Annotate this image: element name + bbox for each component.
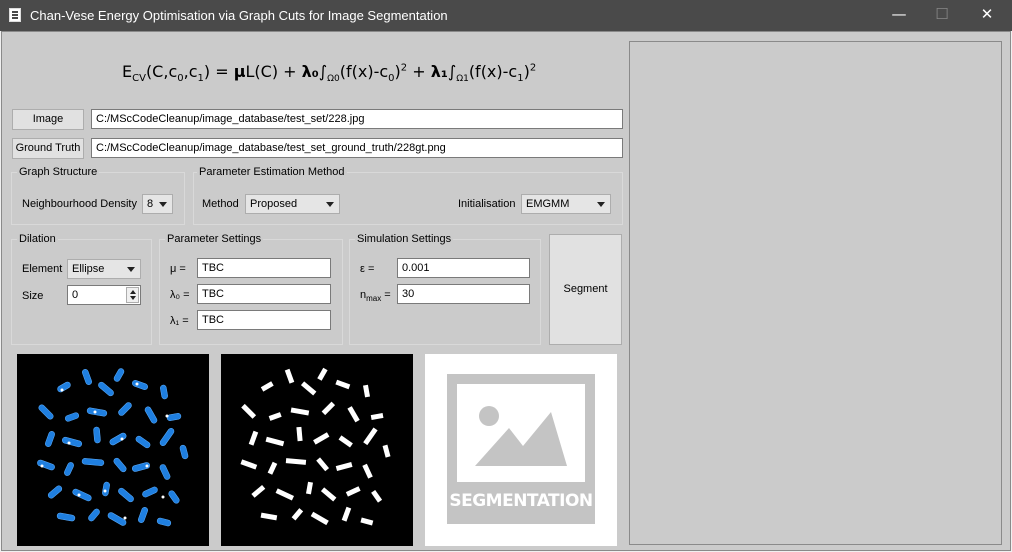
formula-lhs: E — [122, 62, 133, 81]
neighbourhood-density-value: 8 — [147, 198, 154, 210]
parameter-settings-title: Parameter Settings — [165, 233, 264, 245]
minimize-button[interactable]: — — [876, 0, 922, 31]
nmax-label-sub: max — [366, 294, 382, 304]
ground-truth-mask — [240, 367, 391, 526]
formula-args-end: ) = — [203, 62, 234, 81]
formula-int0: ∫ — [318, 62, 328, 81]
element-select[interactable]: Ellipse — [67, 259, 141, 279]
dilation-title: Dilation — [17, 233, 58, 245]
formula-lambda0: λ₀ — [301, 62, 319, 81]
size-label: Size — [22, 290, 44, 302]
param-estimation-title: Parameter Estimation Method — [197, 166, 347, 178]
method-select[interactable]: Proposed — [245, 194, 340, 214]
preview-panel — [629, 41, 1002, 545]
maximize-button[interactable]: ☐ — [919, 0, 965, 31]
formula-term0: (f(x)-c — [339, 62, 389, 81]
chromosome-image — [37, 368, 189, 527]
initialisation-label: Initialisation — [458, 198, 516, 210]
method-label: Method — [202, 198, 239, 210]
formula-lambda1: λ₁ — [430, 62, 448, 81]
nmax-label: nmax = — [360, 289, 391, 303]
formula-int1: ∫ — [447, 62, 457, 81]
initialisation-select[interactable]: EMGMM — [521, 194, 611, 214]
formula-length: L(C) + — [245, 62, 302, 81]
formula-plus: + — [407, 62, 431, 81]
ground-truth-button[interactable]: Ground Truth — [12, 138, 84, 159]
chevron-down-icon — [127, 267, 135, 272]
formula-args-mid: ,c — [183, 62, 198, 81]
epsilon-input[interactable]: 0.001 — [397, 258, 530, 278]
lambda0-input[interactable]: TBC — [197, 284, 331, 304]
graph-structure-title: Graph Structure — [17, 166, 100, 178]
nmax-label-eq: = — [381, 289, 391, 301]
size-value: 0 — [72, 289, 79, 301]
method-value: Proposed — [250, 198, 298, 210]
spin-down-icon[interactable] — [130, 296, 136, 300]
window-title: Chan-Vese Energy Optimisation via Graph … — [30, 8, 448, 23]
element-value: Ellipse — [72, 263, 105, 275]
spin-buttons[interactable] — [126, 287, 139, 303]
segmentation-placeholder: SEGMENTATION — [425, 354, 617, 546]
lambda1-label: λ₁ = — [170, 315, 189, 327]
formula-term1: (f(x)-c — [468, 62, 518, 81]
nmax-input[interactable]: 30 — [397, 284, 530, 304]
segment-button[interactable]: Segment — [549, 234, 622, 345]
mu-label: μ = — [170, 263, 186, 275]
chevron-down-icon — [597, 202, 605, 207]
size-spinbox[interactable]: 0 — [67, 285, 141, 305]
image-placeholder-icon — [447, 374, 595, 524]
epsilon-label: ε = — [360, 263, 375, 275]
element-label: Element — [22, 263, 63, 275]
energy-formula: ECV(C,c0,c1) = μL(C) + λ₀∫Ω0(f(x)-c0)2 +… — [122, 62, 536, 88]
main-content: ECV(C,c0,c1) = μL(C) + λ₀∫Ω0(f(x)-c0)2 +… — [1, 31, 1011, 551]
formula-omega1: Ω1 — [456, 74, 469, 85]
close-button[interactable]: ✕ — [964, 0, 1010, 31]
formula-sq1: 2 — [529, 62, 537, 74]
simulation-settings-title: Simulation Settings — [355, 233, 454, 245]
mu-input[interactable]: TBC — [197, 258, 331, 278]
lambda0-label: λ₀ = — [170, 289, 190, 301]
input-image — [17, 354, 209, 546]
chevron-down-icon — [159, 202, 167, 207]
image-button[interactable]: Image — [12, 109, 84, 130]
segmentation-placeholder-label: SEGMENTATION — [449, 491, 593, 511]
chevron-down-icon — [326, 202, 334, 207]
formula-mu: μ — [233, 62, 246, 81]
lambda1-input[interactable]: TBC — [197, 310, 331, 330]
image-path-input[interactable]: C:/MScCodeCleanup/image_database/test_se… — [91, 109, 623, 129]
spin-up-icon[interactable] — [130, 290, 136, 294]
neighbourhood-density-select[interactable]: 8 — [142, 194, 173, 214]
initialisation-value: EMGMM — [526, 198, 570, 210]
formula-omega0: Ω0 — [327, 74, 340, 85]
neighbourhood-density-label: Neighbourhood Density — [22, 198, 137, 210]
ground-truth-image — [221, 354, 413, 546]
app-icon — [9, 8, 21, 22]
formula-lhs-sub: CV — [132, 73, 146, 85]
formula-args: (C,c — [145, 62, 178, 81]
ground-truth-path-input[interactable]: C:/MScCodeCleanup/image_database/test_se… — [91, 138, 623, 158]
title-bar: Chan-Vese Energy Optimisation via Graph … — [0, 0, 1012, 31]
